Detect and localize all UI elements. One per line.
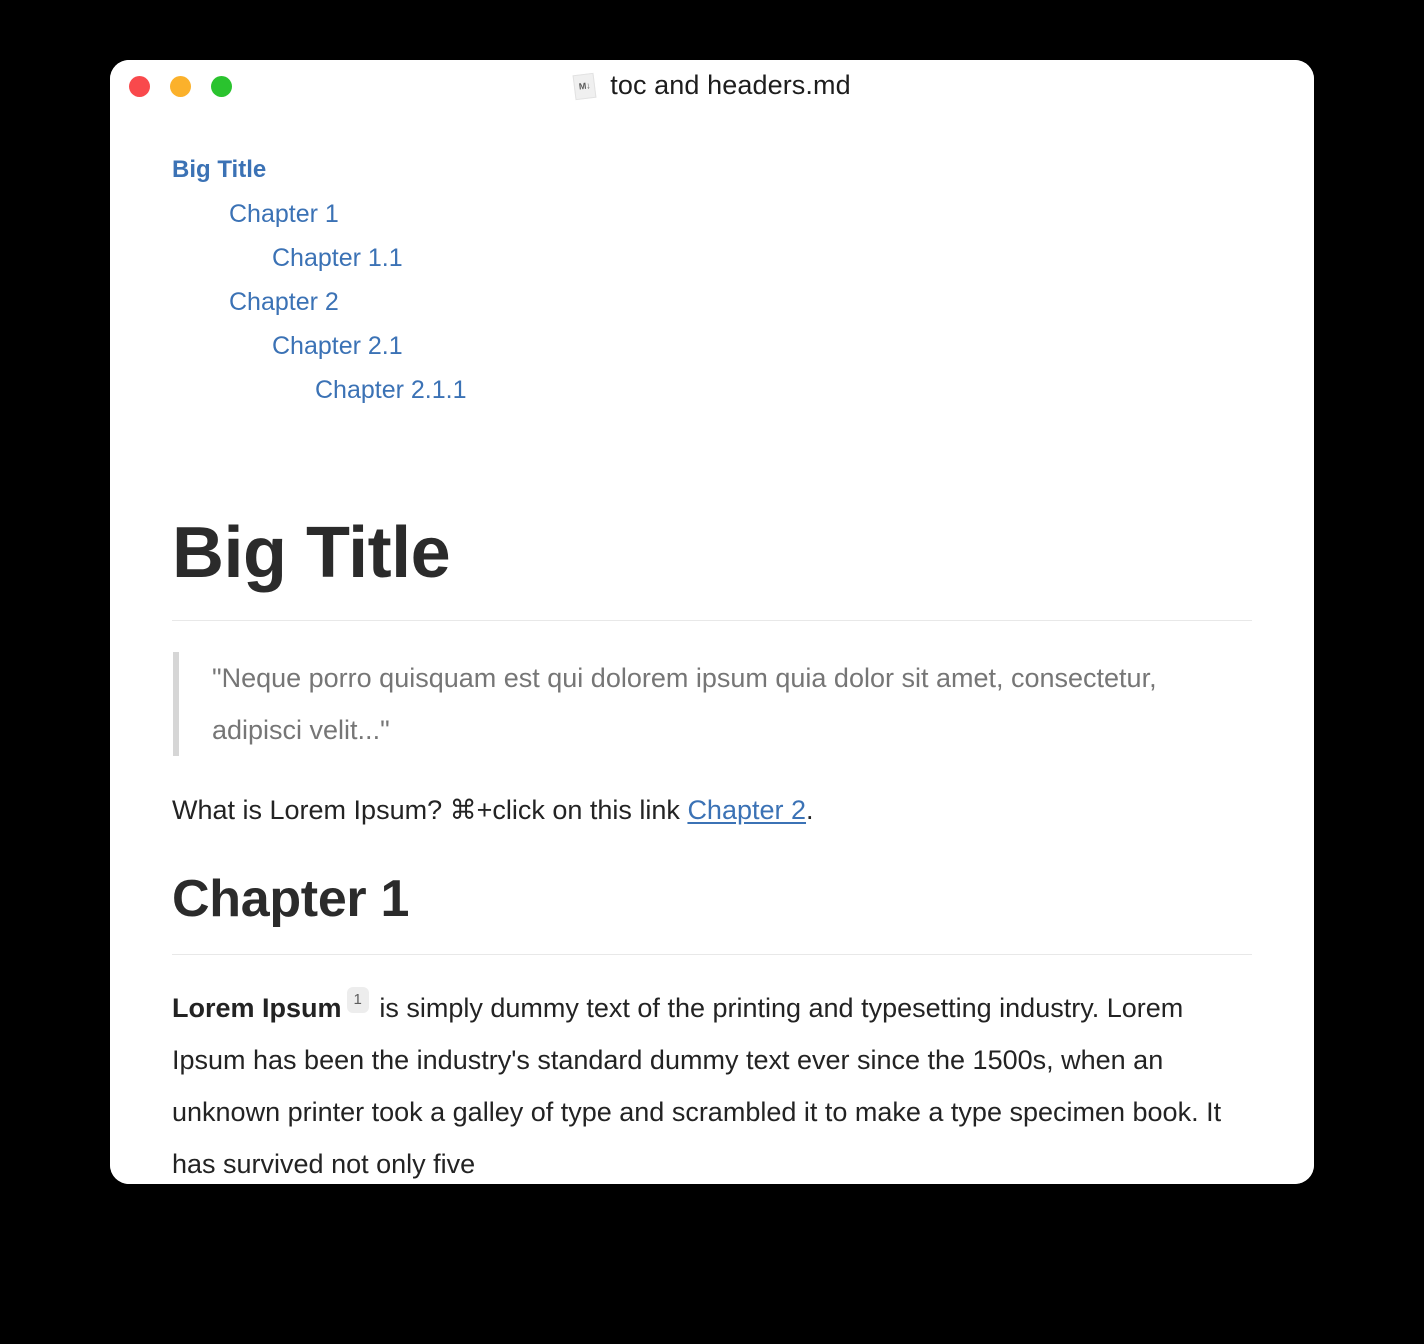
title-bar: M↓ toc and headers.md (110, 60, 1314, 112)
toc-item-chapter-1[interactable]: Chapter 1 (229, 192, 339, 236)
intro-paragraph: What is Lorem Ipsum? ⌘+click on this lin… (172, 784, 1252, 836)
app-window: M↓ toc and headers.md Big Title Chapter … (110, 60, 1314, 1184)
divider-after-title (172, 619, 1252, 621)
section-heading-chapter-1: Chapter 1 (172, 869, 410, 928)
document-scroll-area[interactable]: Big Title Chapter 1 Chapter 1.1 Chapter … (110, 112, 1314, 1184)
body-bold-lead: Lorem Ipsum (172, 993, 342, 1024)
markdown-file-icon-glyph: M↓ (578, 79, 592, 92)
toc-item-chapter-2[interactable]: Chapter 2 (229, 280, 339, 324)
intro-text-before-link: What is Lorem Ipsum? ⌘+click on this lin… (172, 794, 688, 825)
toc-item-chapter-2-1-1[interactable]: Chapter 2.1.1 (315, 368, 467, 412)
toc-item-big-title[interactable]: Big Title (172, 148, 266, 192)
toc-item-chapter-1-1[interactable]: Chapter 1.1 (272, 236, 403, 280)
markdown-file-icon: M↓ (572, 72, 597, 100)
toc-item-chapter-2-1[interactable]: Chapter 2.1 (272, 324, 403, 368)
body-paragraph: Lorem Ipsum 1 is simply dummy text of the… (172, 982, 1252, 1184)
divider-after-section-heading (172, 954, 1252, 956)
chapter-2-link[interactable]: Chapter 2 (687, 795, 806, 825)
table-of-contents: Big Title Chapter 1 Chapter 1.1 Chapter … (172, 112, 1252, 412)
footnote-reference-1[interactable]: 1 (346, 987, 369, 1014)
intro-text-after-link: . (806, 794, 814, 825)
window-title: toc and headers.md (610, 70, 851, 100)
quote-block: "Neque porro quisquam est qui dolorem ip… (173, 651, 1252, 756)
window-title-group: M↓ toc and headers.md (110, 70, 1314, 101)
page-title: Big Title (172, 513, 451, 593)
